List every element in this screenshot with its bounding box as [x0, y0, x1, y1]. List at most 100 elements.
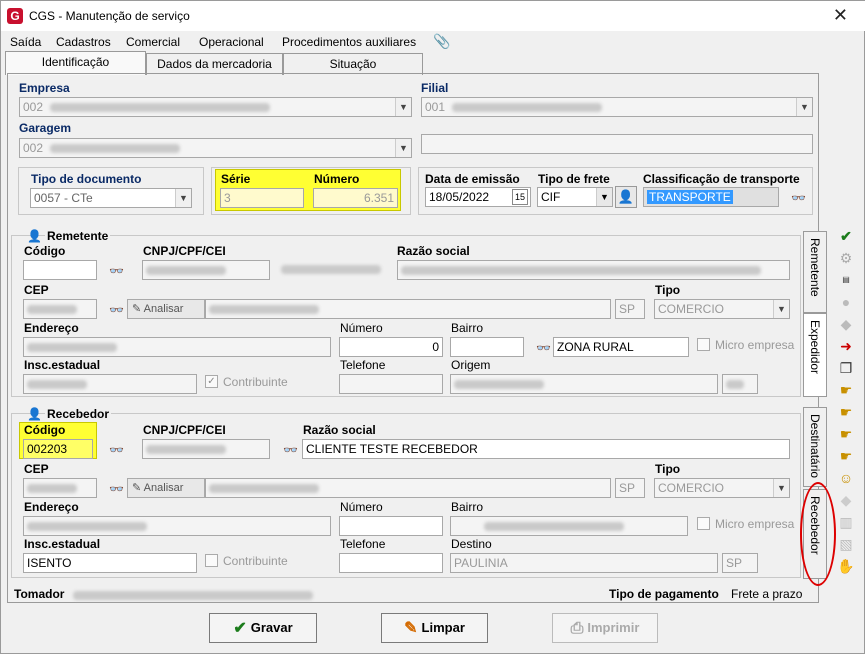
serie-field[interactable]: 3 — [220, 188, 304, 208]
recebedor-analisar-button[interactable]: ✎ Analisar — [127, 478, 205, 498]
remetente-tipo-label: Tipo — [655, 283, 681, 297]
checkmark-icon[interactable]: ✔ — [837, 227, 855, 245]
hand-point-icon[interactable]: ☛ — [837, 381, 855, 399]
recebedor-endereco-field[interactable] — [23, 516, 331, 536]
classificacao-field[interactable]: TRANSPORTE — [643, 187, 779, 207]
recebedor-uf-field[interactable]: SP — [615, 478, 645, 498]
remetente-endereco-field[interactable] — [23, 337, 331, 357]
remetente-codigo-field[interactable] — [23, 260, 97, 280]
menu-operacional[interactable]: Operacional — [199, 35, 264, 49]
redacted-text — [50, 103, 271, 113]
remetente-micro-empresa-checkbox[interactable] — [697, 338, 710, 351]
remetente-origem-uf[interactable] — [722, 374, 758, 394]
calendar-icon[interactable]: 15 — [512, 189, 528, 205]
chevron-down-icon[interactable]: ▼ — [395, 98, 411, 116]
tab-situacao[interactable]: Situação — [283, 53, 423, 75]
filial-select[interactable]: 001 ▼ — [421, 97, 813, 117]
handshake-icon[interactable]: ✋ — [837, 557, 855, 575]
settings-icon[interactable]: ⚙ — [837, 249, 855, 267]
remetente-numero-field[interactable]: 0 — [339, 337, 443, 357]
remetente-tipo-select[interactable]: COMERCIO ▼ — [654, 299, 790, 319]
chevron-down-icon[interactable]: ▼ — [796, 98, 812, 116]
tipo-frete-select[interactable]: CIF ▼ — [537, 187, 613, 207]
analisar-label: Analisar — [143, 482, 184, 494]
recebedor-insc-field[interactable]: ISENTO — [23, 553, 197, 573]
remetente-bairro-field[interactable]: ZONA RURAL — [553, 337, 689, 357]
recebedor-numero-field[interactable] — [339, 516, 443, 536]
remetente-cnpj-field[interactable] — [142, 260, 270, 280]
remetente-uf-field[interactable]: SP — [615, 299, 645, 319]
chevron-down-icon[interactable]: ▼ — [773, 300, 789, 318]
menu-cadastros[interactable]: Cadastros — [56, 35, 111, 49]
recebedor-contribuinte-checkbox[interactable] — [205, 554, 218, 567]
circle-icon[interactable]: ● — [837, 293, 855, 311]
tipo-pagamento-value: Frete a prazo — [731, 587, 803, 601]
numero-doc-field[interactable]: 6.351 — [313, 188, 398, 208]
recebedor-codigo-field[interactable]: 002203 — [23, 439, 93, 459]
tag-icon[interactable]: ◆ — [837, 491, 855, 509]
gravar-button[interactable]: ✔ Gravar — [209, 613, 317, 643]
remetente-origem-field[interactable] — [450, 374, 718, 394]
redacted-text — [27, 380, 87, 390]
remetente-analisar-button[interactable]: ✎ Analisar — [127, 299, 205, 319]
recebedor-destino-uf[interactable]: SP — [722, 553, 758, 573]
hand-point-icon[interactable]: ☛ — [837, 447, 855, 465]
binoculars-icon[interactable]: 👓 — [791, 191, 806, 205]
garagem-select[interactable]: 002 ▼ — [19, 138, 412, 158]
binoculars-icon[interactable]: 👓 — [109, 482, 124, 496]
binoculars-icon[interactable]: 👓 — [109, 443, 124, 457]
remetente-contribuinte-checkbox[interactable]: ✓ — [205, 375, 218, 388]
remetente-razao-field[interactable] — [397, 260, 790, 280]
recebedor-cnpj-field[interactable] — [142, 439, 270, 459]
side-tab-destinatario[interactable]: Destinatário — [803, 407, 827, 487]
binoculars-icon[interactable]: 👓 — [109, 264, 124, 278]
tab-dados-mercadoria[interactable]: Dados da mercadoria — [146, 53, 283, 75]
chevron-down-icon[interactable]: ▼ — [773, 479, 789, 497]
hand-point-icon[interactable]: ☛ — [837, 425, 855, 443]
recebedor-logradouro-field[interactable] — [205, 478, 611, 498]
remetente-logradouro-field[interactable] — [205, 299, 611, 319]
empresa-code: 002 — [23, 100, 44, 114]
remetente-telefone-field[interactable] — [339, 374, 443, 394]
imprimir-button[interactable]: ⎙ Imprimir — [552, 613, 658, 643]
recebedor-telefone-field[interactable] — [339, 553, 443, 573]
exit-arrow-icon[interactable]: ➜ — [837, 337, 855, 355]
limpar-button[interactable]: ✎ Limpar — [381, 613, 488, 643]
tag-icon[interactable]: ◆ — [837, 315, 855, 333]
remetente-insc-field[interactable] — [23, 374, 197, 394]
close-icon[interactable]: ✕ — [833, 5, 848, 26]
document-icon[interactable]: ▧ — [837, 535, 855, 553]
remetente-cep-field[interactable] — [23, 299, 97, 319]
chevron-down-icon[interactable]: ▼ — [175, 189, 191, 207]
recebedor-bairro-label: Bairro — [451, 500, 484, 514]
binoculars-icon[interactable]: 👓 — [109, 303, 124, 317]
empresa-select[interactable]: 002 ▼ — [19, 97, 412, 117]
side-tab-expedidor[interactable]: Expedidor — [803, 313, 827, 397]
chevron-down-icon[interactable]: ▼ — [596, 188, 612, 206]
person-search-icon[interactable]: 👤 — [615, 186, 637, 208]
recebedor-bairro-field[interactable] — [450, 516, 688, 536]
recebedor-micro-empresa-checkbox[interactable] — [697, 517, 710, 530]
recebedor-destino-field[interactable]: PAULINIA — [450, 553, 718, 573]
copy-icon[interactable]: ❐ — [837, 359, 855, 377]
menu-procedimentos[interactable]: Procedimentos auxiliares — [282, 35, 416, 49]
hand-point-icon[interactable]: ☛ — [837, 403, 855, 421]
recebedor-razao-field[interactable]: CLIENTE TESTE RECEBEDOR — [302, 439, 790, 459]
recebedor-cep-field[interactable] — [23, 478, 97, 498]
binoculars-icon[interactable]: 👓 — [283, 443, 298, 457]
menu-comercial[interactable]: Comercial — [126, 35, 180, 49]
tipo-documento-select[interactable]: 0057 - CTe ▼ — [30, 188, 192, 208]
paperclip-icon[interactable]: 📎 — [433, 33, 450, 50]
menu-saida[interactable]: Saída — [10, 35, 41, 49]
side-tab-remetente[interactable]: Remetente — [803, 231, 827, 313]
people-icon[interactable]: ☺ — [837, 469, 855, 487]
remetente-bairro-code[interactable] — [450, 337, 524, 357]
data-emissao-field[interactable]: 18/05/2022 15 — [425, 187, 531, 207]
recebedor-codigo-label: Código — [24, 423, 66, 437]
tab-identificacao[interactable]: Identificação — [5, 51, 146, 75]
chevron-down-icon[interactable]: ▼ — [395, 139, 411, 157]
recebedor-tipo-select[interactable]: COMERCIO ▼ — [654, 478, 790, 498]
book-icon[interactable]: ▥ — [837, 513, 855, 531]
ciot-icon[interactable]: ▤ — [837, 271, 855, 289]
binoculars-icon[interactable]: 👓 — [536, 341, 551, 355]
